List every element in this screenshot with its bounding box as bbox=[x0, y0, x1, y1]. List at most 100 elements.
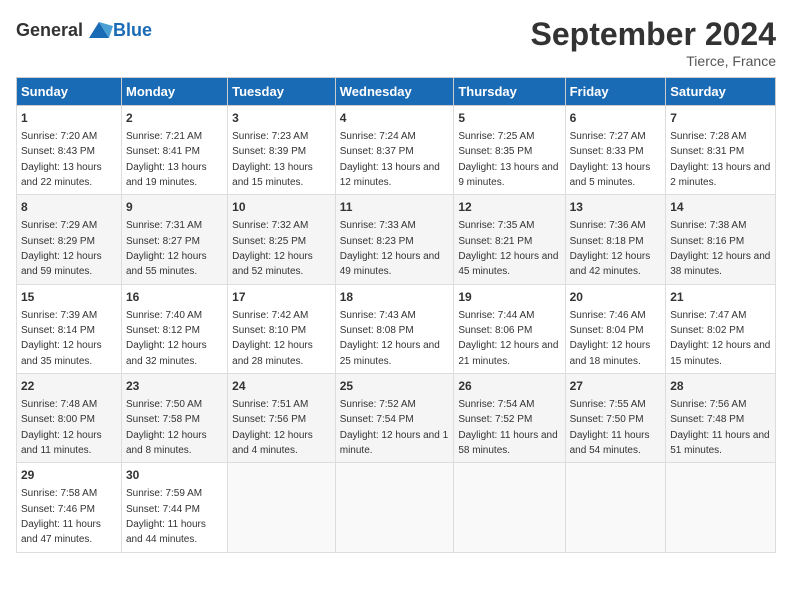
day-number: 28 bbox=[670, 378, 771, 395]
day-info: Sunrise: 7:20 AMSunset: 8:43 PMDaylight:… bbox=[21, 131, 102, 188]
calendar-cell: 19 Sunrise: 7:44 AMSunset: 8:06 PMDaylig… bbox=[454, 284, 565, 373]
calendar-cell: 18 Sunrise: 7:43 AMSunset: 8:08 PMDaylig… bbox=[335, 284, 454, 373]
calendar-cell: 8 Sunrise: 7:29 AMSunset: 8:29 PMDayligh… bbox=[17, 195, 122, 284]
day-number: 17 bbox=[232, 289, 331, 306]
calendar-cell: 6 Sunrise: 7:27 AMSunset: 8:33 PMDayligh… bbox=[565, 106, 666, 195]
day-info: Sunrise: 7:27 AMSunset: 8:33 PMDaylight:… bbox=[570, 131, 651, 188]
day-info: Sunrise: 7:23 AMSunset: 8:39 PMDaylight:… bbox=[232, 131, 313, 188]
calendar-week-5: 29 Sunrise: 7:58 AMSunset: 7:46 PMDaylig… bbox=[17, 463, 776, 552]
day-number: 22 bbox=[21, 378, 117, 395]
column-header-tuesday: Tuesday bbox=[228, 78, 336, 106]
column-header-monday: Monday bbox=[121, 78, 227, 106]
column-header-sunday: Sunday bbox=[17, 78, 122, 106]
day-number: 2 bbox=[126, 110, 223, 127]
day-number: 29 bbox=[21, 467, 117, 484]
day-number: 25 bbox=[340, 378, 450, 395]
day-info: Sunrise: 7:58 AMSunset: 7:46 PMDaylight:… bbox=[21, 488, 101, 545]
calendar-cell: 15 Sunrise: 7:39 AMSunset: 8:14 PMDaylig… bbox=[17, 284, 122, 373]
calendar-cell: 17 Sunrise: 7:42 AMSunset: 8:10 PMDaylig… bbox=[228, 284, 336, 373]
day-info: Sunrise: 7:32 AMSunset: 8:25 PMDaylight:… bbox=[232, 220, 313, 277]
calendar-cell: 16 Sunrise: 7:40 AMSunset: 8:12 PMDaylig… bbox=[121, 284, 227, 373]
calendar-cell: 28 Sunrise: 7:56 AMSunset: 7:48 PMDaylig… bbox=[666, 374, 776, 463]
day-info: Sunrise: 7:56 AMSunset: 7:48 PMDaylight:… bbox=[670, 399, 769, 456]
day-number: 24 bbox=[232, 378, 331, 395]
day-number: 14 bbox=[670, 199, 771, 216]
day-info: Sunrise: 7:21 AMSunset: 8:41 PMDaylight:… bbox=[126, 131, 207, 188]
day-info: Sunrise: 7:42 AMSunset: 8:10 PMDaylight:… bbox=[232, 310, 313, 367]
calendar-cell: 11 Sunrise: 7:33 AMSunset: 8:23 PMDaylig… bbox=[335, 195, 454, 284]
day-number: 27 bbox=[570, 378, 662, 395]
day-number: 7 bbox=[670, 110, 771, 127]
day-info: Sunrise: 7:47 AMSunset: 8:02 PMDaylight:… bbox=[670, 310, 770, 367]
day-info: Sunrise: 7:44 AMSunset: 8:06 PMDaylight:… bbox=[458, 310, 558, 367]
day-info: Sunrise: 7:29 AMSunset: 8:29 PMDaylight:… bbox=[21, 220, 102, 277]
calendar-header-row: SundayMondayTuesdayWednesdayThursdayFrid… bbox=[17, 78, 776, 106]
calendar-cell: 20 Sunrise: 7:46 AMSunset: 8:04 PMDaylig… bbox=[565, 284, 666, 373]
day-info: Sunrise: 7:48 AMSunset: 8:00 PMDaylight:… bbox=[21, 399, 102, 456]
calendar-cell bbox=[565, 463, 666, 552]
day-info: Sunrise: 7:43 AMSunset: 8:08 PMDaylight:… bbox=[340, 310, 440, 367]
day-number: 23 bbox=[126, 378, 223, 395]
calendar-cell: 4 Sunrise: 7:24 AMSunset: 8:37 PMDayligh… bbox=[335, 106, 454, 195]
day-info: Sunrise: 7:24 AMSunset: 8:37 PMDaylight:… bbox=[340, 131, 440, 188]
calendar-cell: 3 Sunrise: 7:23 AMSunset: 8:39 PMDayligh… bbox=[228, 106, 336, 195]
header: General Blue September 2024 Tierce, Fran… bbox=[16, 16, 776, 69]
calendar-cell: 22 Sunrise: 7:48 AMSunset: 8:00 PMDaylig… bbox=[17, 374, 122, 463]
calendar-cell: 9 Sunrise: 7:31 AMSunset: 8:27 PMDayligh… bbox=[121, 195, 227, 284]
day-number: 18 bbox=[340, 289, 450, 306]
logo-general: General bbox=[16, 20, 83, 41]
calendar-title: September 2024 bbox=[531, 16, 776, 53]
day-number: 13 bbox=[570, 199, 662, 216]
calendar-cell bbox=[228, 463, 336, 552]
calendar-body: 1 Sunrise: 7:20 AMSunset: 8:43 PMDayligh… bbox=[17, 106, 776, 553]
calendar-cell: 24 Sunrise: 7:51 AMSunset: 7:56 PMDaylig… bbox=[228, 374, 336, 463]
day-number: 6 bbox=[570, 110, 662, 127]
calendar-cell bbox=[335, 463, 454, 552]
day-number: 15 bbox=[21, 289, 117, 306]
column-header-saturday: Saturday bbox=[666, 78, 776, 106]
day-number: 19 bbox=[458, 289, 560, 306]
day-number: 11 bbox=[340, 199, 450, 216]
calendar-cell: 30 Sunrise: 7:59 AMSunset: 7:44 PMDaylig… bbox=[121, 463, 227, 552]
day-number: 26 bbox=[458, 378, 560, 395]
day-number: 4 bbox=[340, 110, 450, 127]
day-number: 1 bbox=[21, 110, 117, 127]
day-info: Sunrise: 7:35 AMSunset: 8:21 PMDaylight:… bbox=[458, 220, 558, 277]
day-info: Sunrise: 7:40 AMSunset: 8:12 PMDaylight:… bbox=[126, 310, 207, 367]
column-header-wednesday: Wednesday bbox=[335, 78, 454, 106]
day-number: 16 bbox=[126, 289, 223, 306]
calendar-cell: 23 Sunrise: 7:50 AMSunset: 7:58 PMDaylig… bbox=[121, 374, 227, 463]
calendar-cell: 29 Sunrise: 7:58 AMSunset: 7:46 PMDaylig… bbox=[17, 463, 122, 552]
calendar-cell: 2 Sunrise: 7:21 AMSunset: 8:41 PMDayligh… bbox=[121, 106, 227, 195]
day-number: 5 bbox=[458, 110, 560, 127]
column-header-thursday: Thursday bbox=[454, 78, 565, 106]
day-info: Sunrise: 7:36 AMSunset: 8:18 PMDaylight:… bbox=[570, 220, 651, 277]
title-area: September 2024 Tierce, France bbox=[531, 16, 776, 69]
day-info: Sunrise: 7:52 AMSunset: 7:54 PMDaylight:… bbox=[340, 399, 448, 456]
day-number: 3 bbox=[232, 110, 331, 127]
calendar-cell: 27 Sunrise: 7:55 AMSunset: 7:50 PMDaylig… bbox=[565, 374, 666, 463]
day-number: 12 bbox=[458, 199, 560, 216]
calendar-cell: 25 Sunrise: 7:52 AMSunset: 7:54 PMDaylig… bbox=[335, 374, 454, 463]
day-number: 21 bbox=[670, 289, 771, 306]
day-info: Sunrise: 7:39 AMSunset: 8:14 PMDaylight:… bbox=[21, 310, 102, 367]
calendar-cell: 26 Sunrise: 7:54 AMSunset: 7:52 PMDaylig… bbox=[454, 374, 565, 463]
day-info: Sunrise: 7:54 AMSunset: 7:52 PMDaylight:… bbox=[458, 399, 557, 456]
day-info: Sunrise: 7:31 AMSunset: 8:27 PMDaylight:… bbox=[126, 220, 207, 277]
calendar-cell: 13 Sunrise: 7:36 AMSunset: 8:18 PMDaylig… bbox=[565, 195, 666, 284]
calendar-week-1: 1 Sunrise: 7:20 AMSunset: 8:43 PMDayligh… bbox=[17, 106, 776, 195]
calendar-cell bbox=[454, 463, 565, 552]
calendar-week-4: 22 Sunrise: 7:48 AMSunset: 8:00 PMDaylig… bbox=[17, 374, 776, 463]
column-header-friday: Friday bbox=[565, 78, 666, 106]
day-info: Sunrise: 7:59 AMSunset: 7:44 PMDaylight:… bbox=[126, 488, 206, 545]
day-info: Sunrise: 7:28 AMSunset: 8:31 PMDaylight:… bbox=[670, 131, 770, 188]
calendar-week-3: 15 Sunrise: 7:39 AMSunset: 8:14 PMDaylig… bbox=[17, 284, 776, 373]
calendar-cell bbox=[666, 463, 776, 552]
day-info: Sunrise: 7:38 AMSunset: 8:16 PMDaylight:… bbox=[670, 220, 770, 277]
logo-icon bbox=[85, 16, 113, 44]
day-number: 10 bbox=[232, 199, 331, 216]
calendar-cell: 10 Sunrise: 7:32 AMSunset: 8:25 PMDaylig… bbox=[228, 195, 336, 284]
logo-blue: Blue bbox=[113, 20, 152, 41]
day-info: Sunrise: 7:46 AMSunset: 8:04 PMDaylight:… bbox=[570, 310, 651, 367]
day-number: 8 bbox=[21, 199, 117, 216]
